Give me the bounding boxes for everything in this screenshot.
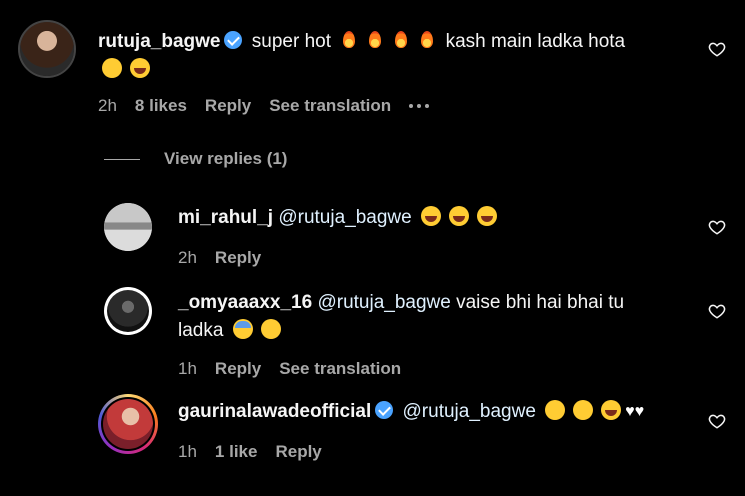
rofl-emoji-icon [601, 400, 622, 420]
comment-username[interactable]: rutuja_bagwe [98, 31, 220, 52]
heart-outline-icon[interactable] [708, 218, 726, 236]
reply-button[interactable]: Reply [275, 442, 321, 462]
mention-link[interactable]: @rutuja_bagwe [317, 292, 450, 313]
reply-body: mi_rahul_j @rutuja_bagwe [178, 204, 698, 232]
reply-button[interactable]: Reply [205, 96, 251, 116]
reply-meta: 2h Reply [178, 248, 261, 268]
reply-time: 2h [178, 248, 197, 267]
laughing-emoji-icon [420, 206, 441, 226]
reply-meta: 1h 1 like Reply [178, 442, 322, 462]
comment-text: kash main ladka hota [445, 31, 626, 52]
avatar-mi-rahul-j[interactable] [104, 203, 152, 251]
grinning-emoji-icon [573, 400, 594, 420]
mention-link[interactable]: @rutuja_bagwe [278, 207, 411, 228]
reply-body: _omyaaaxx_16 @rutuja_bagwe vaise bhi hai… [178, 289, 698, 317]
more-dots-icon[interactable] [409, 104, 430, 108]
see-translation-button[interactable]: See translation [279, 359, 401, 379]
fire-emoji-icon [392, 30, 410, 50]
comment-body: rutuja_bagwe super hot kash main ladka h… [98, 28, 678, 56]
fire-emoji-icon [340, 30, 358, 50]
hand-over-mouth-emoji-icon [545, 400, 566, 420]
avatar-gaurinalawadeofficial[interactable] [98, 394, 158, 454]
comment-meta: 2h 8 likes Reply See translation [98, 96, 430, 116]
reply-body-line2: ladka [178, 317, 285, 345]
comment-emoji-line [98, 56, 154, 84]
see-translation-button[interactable]: See translation [269, 96, 391, 116]
avatar-omyaaaxx-16[interactable] [104, 287, 152, 335]
verified-badge-icon [224, 31, 243, 49]
avatar-rutuja[interactable] [18, 20, 76, 78]
laughing-emoji-icon [130, 58, 150, 78]
likes-count[interactable]: 1 like [215, 442, 258, 462]
fire-emoji-icon [366, 30, 384, 50]
mention-link[interactable]: @rutuja_bagwe [403, 401, 536, 422]
crazy-face-emoji-icon [102, 58, 122, 78]
replies-divider [104, 159, 140, 160]
reply-button[interactable]: Reply [215, 359, 261, 379]
sweat-smile-emoji-icon [232, 319, 253, 339]
reply-username[interactable]: _omyaaaxx_16 [178, 292, 312, 313]
woozy-face-emoji-icon [260, 319, 281, 339]
view-replies-button[interactable]: View replies (1) [164, 149, 287, 169]
reply-username[interactable]: mi_rahul_j [178, 207, 273, 228]
reply-button[interactable]: Reply [215, 248, 261, 268]
reply-body: gaurinalawadeofficial @rutuja_bagwe ♥♥ [178, 398, 698, 426]
heart-outline-icon[interactable] [708, 412, 726, 430]
comment-text: super hot [251, 31, 331, 52]
white-heart-icon: ♥♥ [625, 403, 645, 420]
reply-meta: 1h Reply See translation [178, 359, 401, 379]
reply-time: 1h [178, 359, 197, 378]
reply-text: ladka [178, 320, 224, 341]
likes-count[interactable]: 8 likes [135, 96, 187, 116]
reply-time: 1h [178, 442, 197, 461]
heart-outline-icon[interactable] [708, 302, 726, 320]
fire-emoji-icon [418, 30, 436, 50]
reply-username[interactable]: gaurinalawadeofficial [178, 401, 371, 422]
verified-badge-icon [375, 401, 394, 419]
laughing-emoji-icon [448, 206, 469, 226]
laughing-emoji-icon [476, 206, 497, 226]
reply-text: vaise bhi hai bhai tu [456, 292, 625, 313]
comment-time: 2h [98, 96, 117, 115]
heart-outline-icon[interactable] [708, 40, 726, 58]
